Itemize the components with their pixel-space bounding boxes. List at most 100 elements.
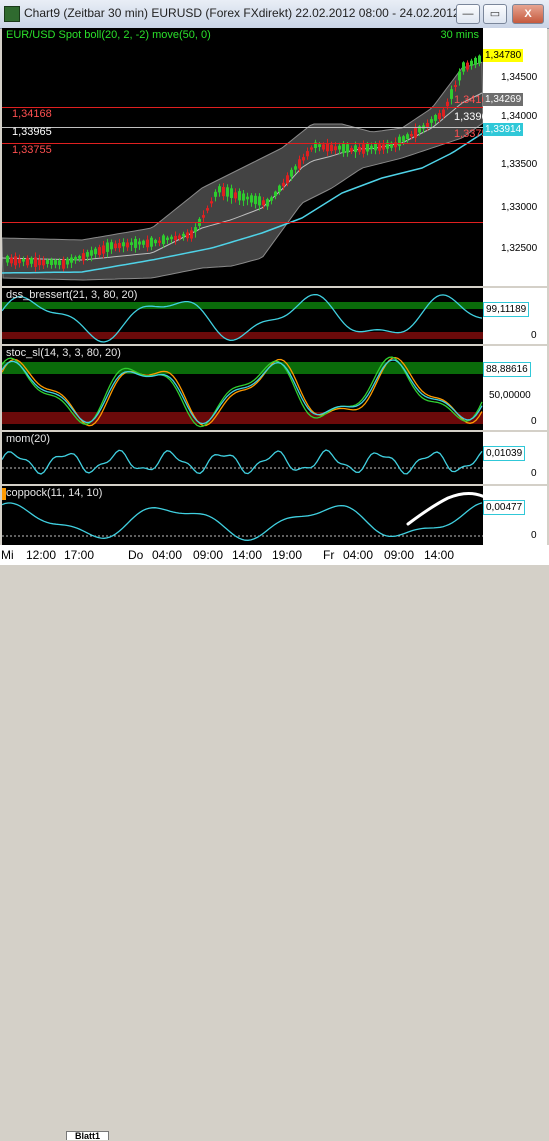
candle-body	[234, 192, 237, 199]
level-line-3[interactable]	[2, 143, 483, 144]
momentum-indicator-canvas	[2, 449, 483, 475]
candle-body	[10, 257, 13, 264]
minimize-icon: —	[462, 8, 474, 20]
close-icon: X	[524, 8, 532, 20]
candle-body	[434, 115, 437, 121]
candle-body	[462, 62, 465, 72]
candle-body	[122, 242, 125, 247]
level-tag-3: 1,33755	[454, 128, 483, 140]
level-line-2[interactable]	[2, 127, 483, 128]
level-line-1[interactable]	[2, 107, 483, 108]
candle-body	[170, 236, 173, 240]
level-line-4[interactable]	[2, 222, 483, 223]
price-axis-label: 1,32500	[501, 243, 538, 254]
sheet-tab-bar: Blatt1	[0, 565, 549, 1141]
momentum-indicator-pane[interactable]: mom(20)	[2, 432, 483, 484]
candle-body	[370, 145, 373, 149]
coppock-pane-title: coppock(11, 14, 10)	[6, 487, 103, 499]
candle-body	[174, 235, 177, 241]
title-bar[interactable]: Chart9 (Zeitbar 30 min) EURUSD (Forex FX…	[0, 0, 549, 29]
close-button[interactable]: X	[512, 4, 544, 24]
candle-body	[282, 182, 285, 187]
time-axis-label: 19:00	[272, 548, 303, 562]
candle-body	[222, 187, 225, 197]
candle-body	[446, 101, 449, 107]
chart-window: Chart9 (Zeitbar 30 min) EURUSD (Forex FX…	[0, 0, 549, 1141]
candle-body	[150, 237, 153, 247]
coppock-indicator-pane[interactable]: coppock(11, 14, 10)	[2, 486, 483, 545]
level-label-2: 1,33965	[12, 126, 52, 138]
level-tag-1: 1,34169	[454, 94, 483, 106]
candle-body	[338, 145, 341, 150]
candle-body	[214, 191, 217, 197]
candle-body	[330, 144, 333, 151]
minimize-button[interactable]: —	[456, 4, 480, 24]
candle-body	[58, 260, 61, 266]
timeframe-label: 30 mins	[440, 29, 479, 41]
candle-body	[46, 259, 49, 264]
momentum-value-tag: 0,01039	[483, 446, 526, 461]
stochastic-indicator-pane[interactable]: stoc_sl(14, 3, 3, 80, 20)	[2, 346, 483, 430]
candle-body	[306, 151, 309, 157]
dss-indicator-pane[interactable]: dss_bressert(21, 3, 80, 20)	[2, 288, 483, 344]
candle-body	[298, 159, 301, 169]
sheet-tab-blatt1[interactable]: Blatt1	[66, 1131, 110, 1141]
momentum-zero-label: 0	[531, 468, 537, 479]
candle-body	[406, 134, 409, 139]
candle-body	[470, 60, 473, 66]
candle-body	[374, 143, 377, 151]
candle-body	[382, 144, 385, 150]
candle-body	[342, 143, 345, 153]
level-label-1: 1,34168	[12, 108, 52, 120]
maximize-button[interactable]: ▭	[483, 4, 507, 24]
stochastic-axis: 88,88616 50,00000 0	[483, 346, 547, 430]
time-axis-label: 09:00	[384, 548, 415, 562]
window-title: Chart9 (Zeitbar 30 min) EURUSD (Forex FX…	[24, 6, 473, 20]
level-tag-2: 1,33965	[454, 111, 483, 123]
candle-body	[378, 144, 381, 151]
candle-body	[38, 259, 41, 266]
candle-body	[142, 240, 145, 245]
candle-body	[250, 195, 253, 203]
candle-body	[14, 256, 17, 266]
hand-drawn-annotation	[406, 492, 483, 526]
ma-tag: 1,33914	[483, 123, 524, 136]
overbought-zone	[2, 362, 483, 374]
overbought-zone	[2, 302, 483, 309]
candle-body	[54, 260, 57, 265]
candle-body	[262, 200, 265, 206]
time-axis[interactable]: Mi 12:00 17:00 Do 04:00 09:00 14:00 19:0…	[0, 545, 549, 565]
candle-body	[182, 233, 185, 237]
price-chart-pane[interactable]: EUR/USD Spot boll(20, 2, -2) move(50, 0)…	[2, 28, 483, 286]
candle-body	[178, 235, 181, 239]
candle-body	[450, 89, 453, 99]
candle-body	[66, 258, 69, 265]
price-axis[interactable]: 1,34780 1,34500 1,34269 1,34000 1,33914 …	[483, 28, 547, 286]
candle-body	[398, 136, 401, 147]
candle-body	[354, 145, 357, 153]
candle-body	[346, 144, 349, 153]
candle-body	[190, 230, 193, 239]
candle-body	[266, 199, 269, 207]
upper-band-tag: 1,34269	[483, 93, 524, 106]
candle-body	[458, 71, 461, 81]
chart-app-icon	[4, 6, 20, 22]
candle-body	[146, 239, 149, 248]
time-axis-label: 04:00	[152, 548, 183, 562]
candle-body	[98, 247, 101, 255]
price-axis-label: 1,34500	[501, 72, 538, 83]
price-chart-canvas	[2, 54, 483, 281]
candle-body	[166, 237, 169, 240]
dss-zero-label: 0	[531, 330, 537, 341]
candle-body	[230, 188, 233, 198]
price-axis-label: 1,34000	[501, 111, 538, 122]
candle-body	[114, 243, 117, 249]
coppock-axis: 0,00477 0	[483, 486, 547, 545]
momentum-line	[2, 449, 483, 475]
time-axis-label: 17:00	[64, 548, 95, 562]
candle-body	[126, 242, 129, 248]
candle-body	[366, 143, 369, 152]
stochastic-zero-label: 0	[531, 416, 537, 427]
coppock-value-tag: 0,00477	[483, 500, 526, 515]
candle-body	[106, 242, 109, 252]
